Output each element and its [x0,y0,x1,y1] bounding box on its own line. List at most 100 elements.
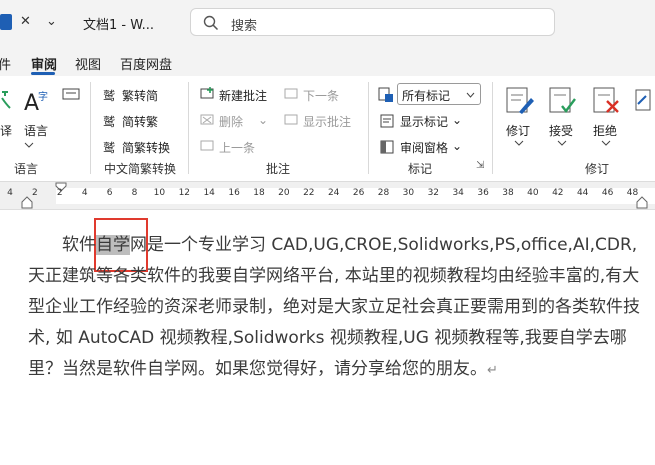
left-indent-marker[interactable] [20,196,34,210]
delete-comment-button[interactable]: 删除 [219,113,243,130]
ruler-tick-label: 36 [477,188,489,198]
simp-to-trad-button[interactable]: 简转繁 [122,113,158,130]
markup-dropdown[interactable]: 所有标记 [397,83,481,105]
accept-icon [549,87,576,113]
trad-to-simp-button[interactable]: 繁转简 [122,87,158,104]
new-comment-icon [200,87,214,99]
paragraph-indent [28,235,62,255]
simp-trad-conversion-button[interactable]: 简繁转换 [122,139,170,156]
chevron-down-icon[interactable]: ⌄ [258,113,268,127]
group-label-comments: 批注 [266,162,291,176]
group-label-language: 语言 [14,162,39,176]
ruler-tick-label: 48 [626,188,639,198]
accept-button[interactable]: 接受 [549,122,573,139]
tab-baidu-netdisk[interactable]: 百度网盘 [120,54,172,73]
trad-to-simp-icon: 鹫 [103,89,116,103]
svg-text:A: A [24,91,39,116]
ribbon: 译 A 字 语言 语言 鹫 繁转简 鹫 简转繁 鹫 简繁转换 中文简繁转换 新建… [0,76,655,182]
markup-icon [378,87,393,102]
group-label-chinese-conversion: 中文简繁转换 [104,162,177,176]
ruler-tick-label: 34 [452,188,464,198]
next-comment-button[interactable]: 下一条 [303,87,339,104]
ruler-tick-label: 46 [601,188,614,198]
text-after-selection: 网是一个专业学习 CAD,UG,CROE,Solidworks,PS,offic… [28,235,640,379]
chevron-down-icon[interactable]: ⌄ [452,139,462,153]
ruler-tick-label: 24 [327,188,340,198]
ruler-tick-label: 10 [153,188,166,198]
reviewing-pane-icon [380,140,394,154]
app-icon [0,14,12,30]
ruler-tick-label: 4 [81,188,88,198]
ruler-tick-label: 32 [427,188,440,198]
simp-to-trad-icon: 鹫 [103,115,116,129]
group-label-tracking: 标记 [408,162,433,176]
chevron-down-icon [24,142,34,148]
search-icon [203,15,219,31]
group-label-changes: 修订 [585,162,610,176]
svg-text:字: 字 [38,90,48,103]
chevron-down-icon[interactable]: ⌄ [452,113,462,127]
right-indent-marker[interactable] [635,196,649,210]
delete-comment-icon [200,114,214,125]
keyboard-icon[interactable] [62,88,80,100]
dialog-launcher-icon[interactable]: ⇲ [476,160,484,171]
ruler-tick-label: 12 [178,188,191,198]
previous-change-icon[interactable] [634,88,652,116]
ruler-tick-label: 22 [303,188,315,198]
chevron-down-icon [466,92,475,98]
separator [492,82,493,174]
ruler-tick-label: 30 [402,188,415,198]
show-markup-button[interactable]: 显示标记 [400,113,448,130]
show-comments-icon [284,114,298,125]
separator [188,82,189,174]
ruler-tick-label: 6 [106,188,113,198]
previous-comment-icon [200,140,214,151]
search-input[interactable]: 搜索 [190,8,555,36]
ruler-tick-label: 28 [377,188,390,198]
track-changes-button[interactable]: 修订 [506,122,530,139]
ruler-tick-label: 14 [203,188,215,198]
ruler-tick-label: 16 [228,188,240,198]
ruler-tick-label: 40 [527,188,539,198]
show-markup-icon [380,114,394,128]
document-title[interactable]: 文档1 - W... [83,14,154,33]
ruler-tick-label: 4 [7,188,13,198]
selected-text[interactable]: 自学 [96,235,130,255]
new-comment-button[interactable]: 新建批注 [219,87,267,104]
paragraph-mark: ↵ [487,363,498,378]
document-paragraph[interactable]: 软件自学网是一个专业学习 CAD,UG,CROE,Solidworks,PS,o… [28,230,650,386]
chevron-down-icon [601,140,611,146]
previous-comment-button[interactable]: 上一条 [219,139,255,156]
chevron-down-icon [557,140,567,146]
markup-dropdown-value: 所有标记 [402,89,451,103]
ruler-tick-label: 8 [131,188,138,198]
document-canvas[interactable]: 软件自学网是一个专业学习 CAD,UG,CROE,Solidworks,PS,o… [0,210,655,465]
ruler-tick-label: 38 [502,188,514,198]
conversion-icon: 鹫 [103,141,116,155]
language-button[interactable]: 语言 [24,122,48,139]
active-tab-indicator [31,72,55,75]
tab-view[interactable]: 视图 [75,54,101,73]
close-doc-icon[interactable]: ✕ [20,14,31,29]
ribbon-tabs: 件 审阅 视图 百度网盘 [0,46,655,76]
chevron-down-icon[interactable]: ⌄ [46,14,57,29]
tab-file[interactable]: 件 [0,54,11,73]
reject-icon [593,87,619,113]
language-icon[interactable]: A 字 [22,86,52,118]
ruler-tick-label: 18 [253,188,265,198]
translate-label-fragment: 译 [0,124,13,138]
reviewing-pane-button[interactable]: 审阅窗格 [400,139,448,156]
horizontal-ruler[interactable]: 4 2 2 4 6 8 10 12 14 16 18 20 22 24 26 28 30 32 34 36 38 40 42… [0,182,655,210]
tab-review[interactable]: 审阅 [31,54,57,73]
translate-icon[interactable] [0,88,14,114]
show-comments-button[interactable]: 显示批注 [303,113,351,130]
reject-button[interactable]: 拒绝 [593,122,617,139]
title-bar: ✕ ⌄ 文档1 - W... 搜索 [0,0,655,46]
text-before-selection: 软件 [62,235,96,255]
next-comment-icon [284,88,298,99]
separator [90,82,91,174]
ruler-tick-label: 44 [576,188,589,198]
track-changes-icon [506,87,534,114]
search-placeholder: 搜索 [231,19,258,34]
ruler-tick-label: 2 [32,188,38,198]
